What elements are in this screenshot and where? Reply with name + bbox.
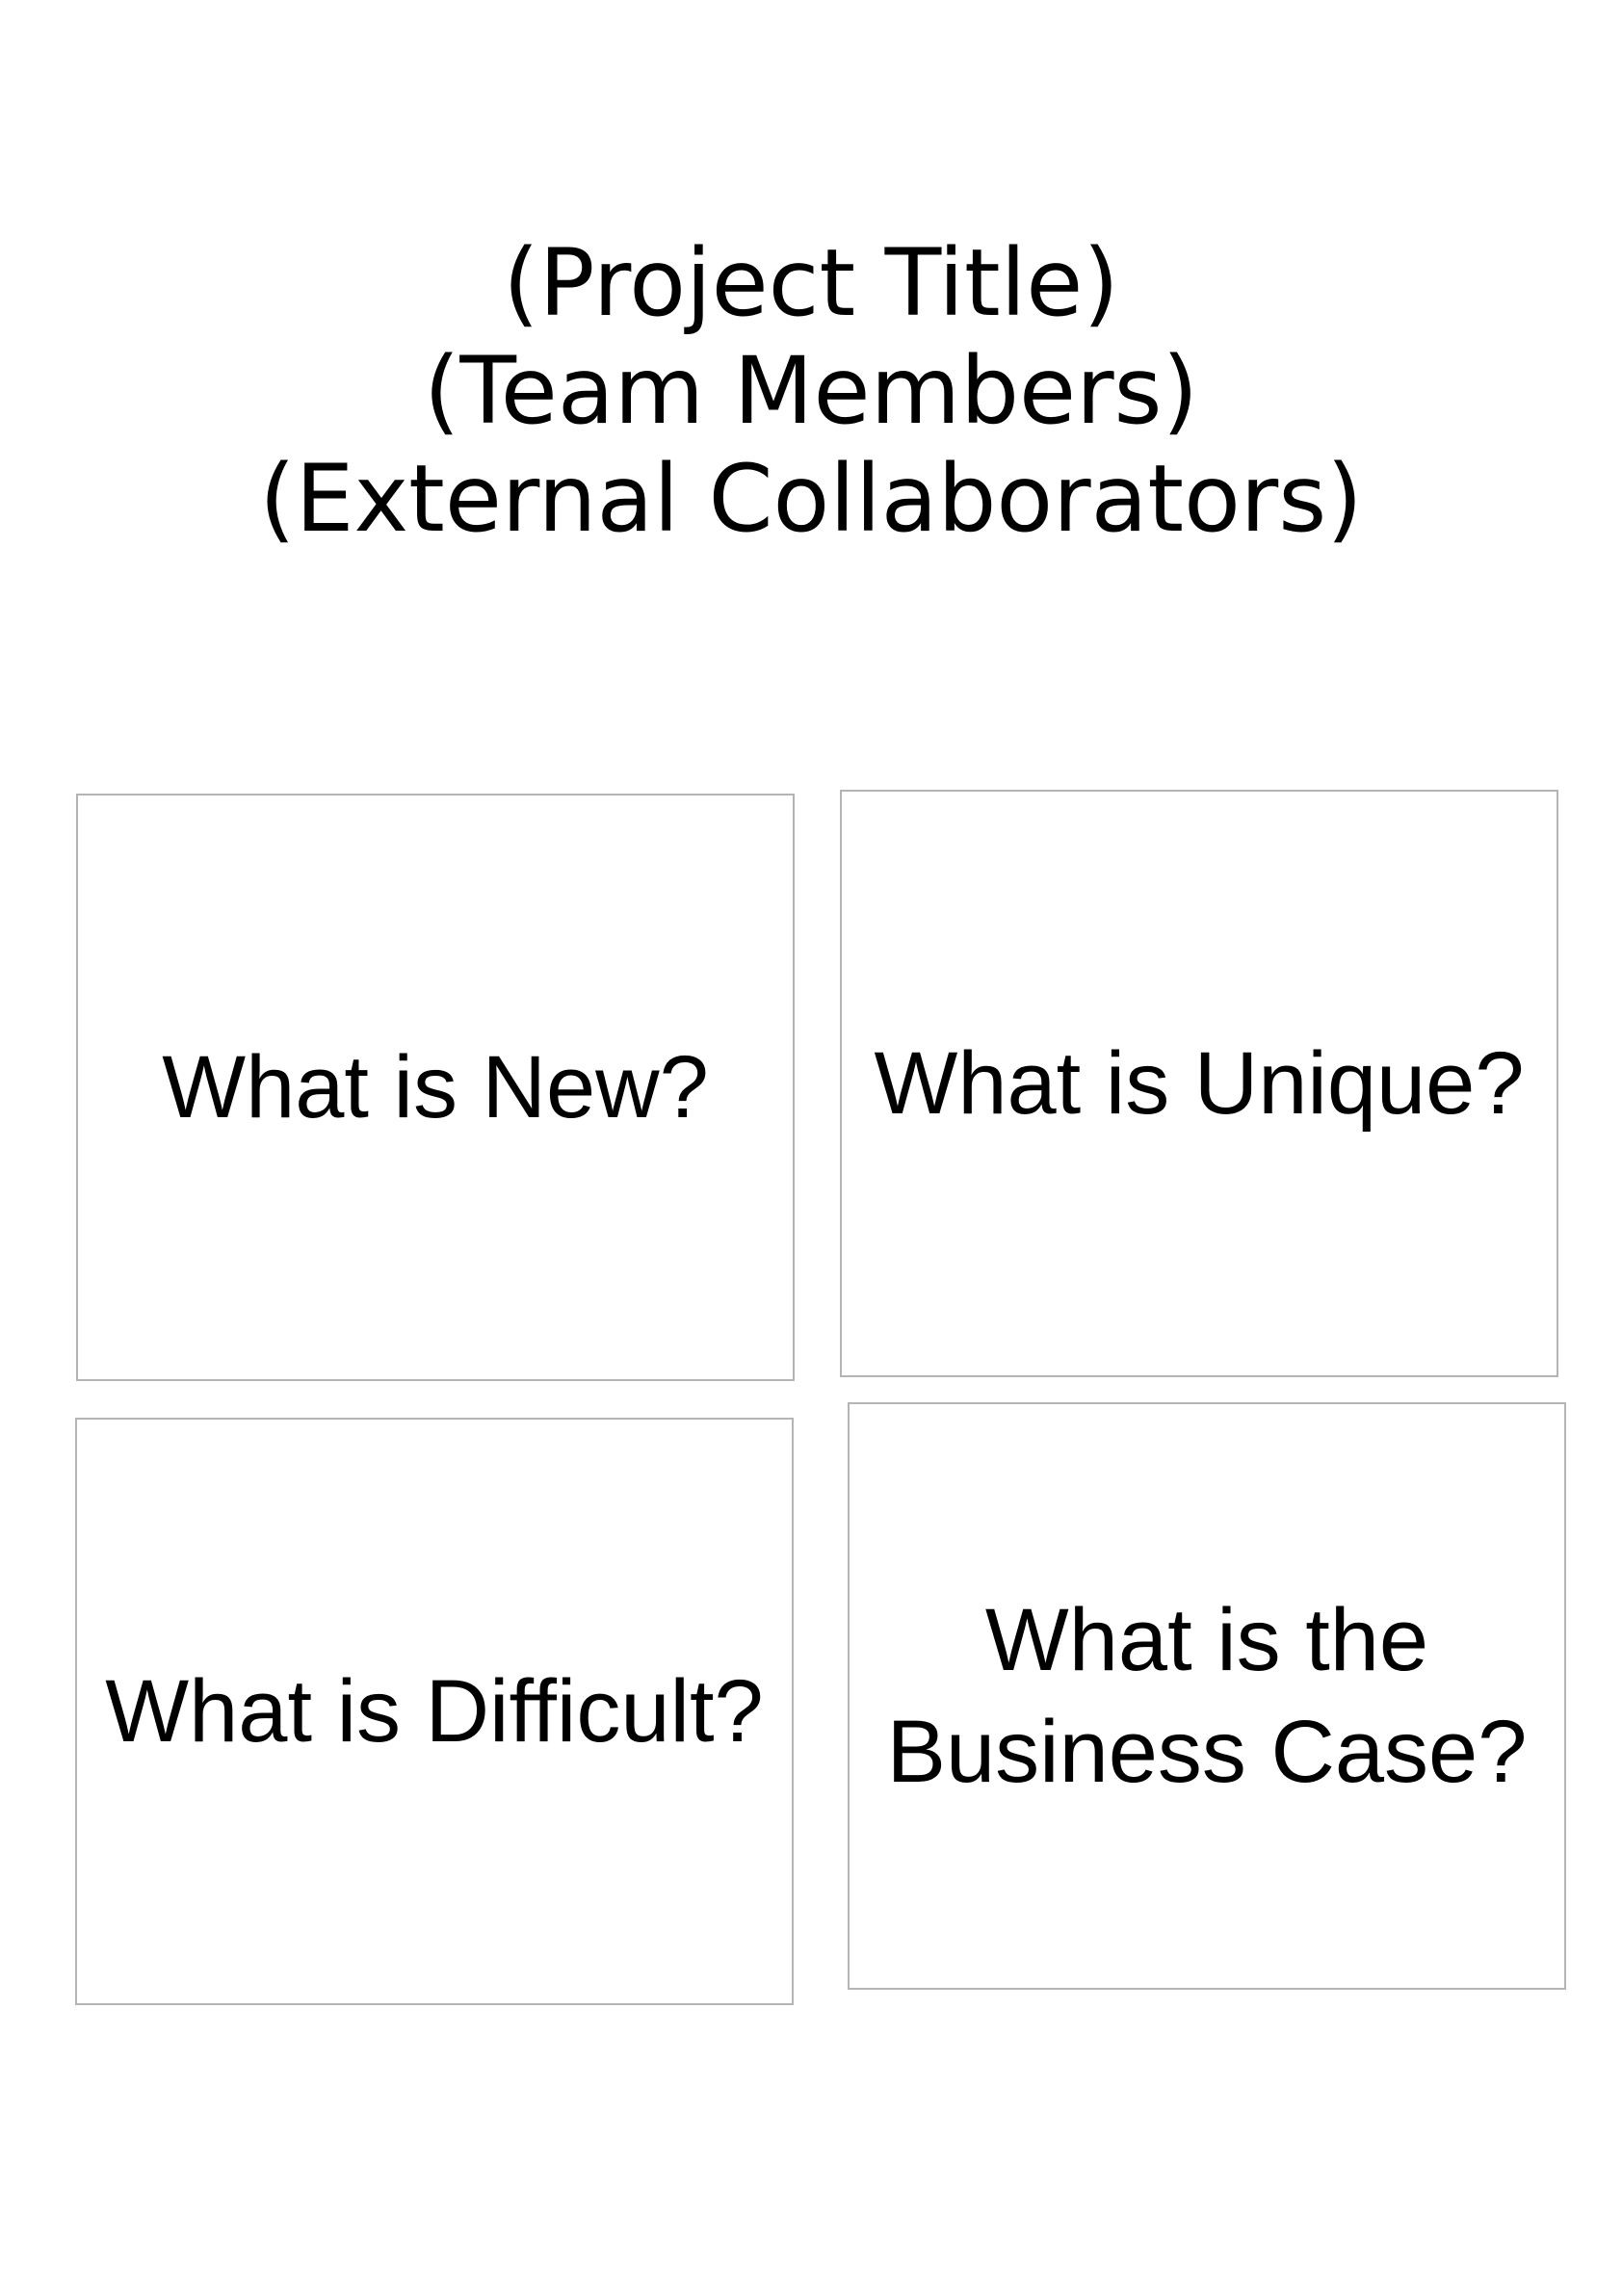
external-collaborators: (External Collaborators) — [259, 445, 1363, 553]
difficult-box: What is Difficult? — [75, 1418, 794, 2005]
unique-box-label: What is Unique? — [874, 1034, 1525, 1133]
business-case-box: What is the Business Case? — [848, 1402, 1566, 1990]
team-members: (Team Members) — [423, 337, 1199, 445]
project-title: (Project Title) — [503, 229, 1119, 337]
new-box-label: What is New? — [162, 1038, 709, 1136]
new-box: What is New? — [76, 794, 795, 1381]
business-case-box-label: What is the Business Case? — [886, 1591, 1528, 1801]
title-block: (Project Title) (Team Members) (External… — [0, 229, 1622, 553]
document-page: (Project Title) (Team Members) (External… — [0, 0, 1622, 2296]
unique-box: What is Unique? — [840, 790, 1558, 1377]
difficult-box-label: What is Difficult? — [105, 1662, 764, 1761]
